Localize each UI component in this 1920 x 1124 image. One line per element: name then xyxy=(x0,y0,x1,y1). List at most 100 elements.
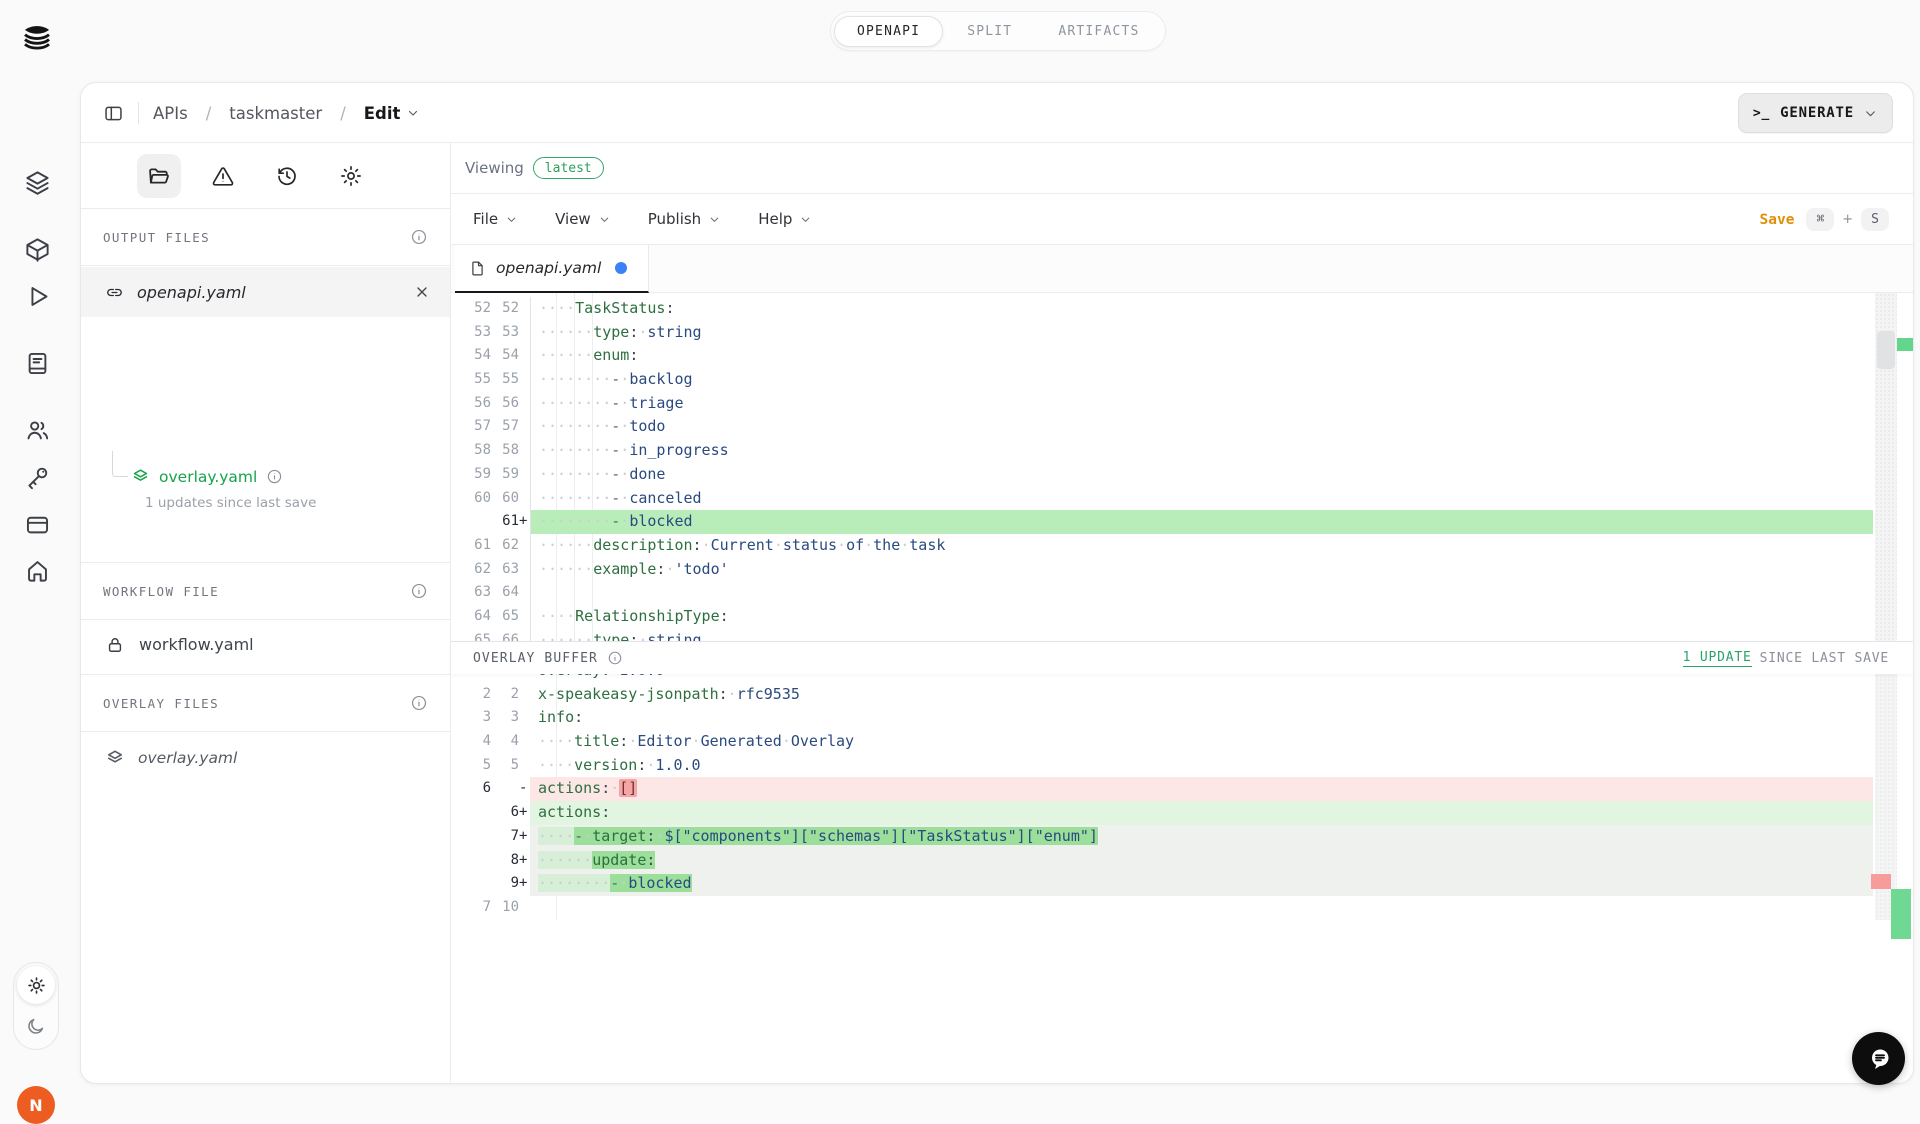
breadcrumb-separator: / xyxy=(336,104,350,123)
menu-help[interactable]: Help xyxy=(758,210,811,228)
breadcrumb: APIs / taskmaster / Edit xyxy=(103,83,419,143)
book-icon[interactable] xyxy=(24,350,51,377)
code-line[interactable]: 9+········-·blocked xyxy=(451,872,1873,896)
breadcrumb-separator: / xyxy=(202,104,216,123)
code-line[interactable]: 11overlay:·1.0.0 xyxy=(451,674,1873,683)
sidebar-toggle-icon[interactable] xyxy=(103,103,124,124)
generate-button[interactable]: >_ GENERATE xyxy=(1738,93,1893,133)
tab-split[interactable]: SPLIT xyxy=(945,17,1034,46)
diff-add-marker xyxy=(1897,338,1913,351)
file-row-openapi[interactable]: openapi.yaml xyxy=(81,267,450,317)
code-line[interactable]: 5757········-·todo xyxy=(451,415,1873,439)
editor-area: Viewing latest File View Publish Help Sa… xyxy=(451,143,1913,1083)
code-line[interactable]: 5656········-·triage xyxy=(451,392,1873,416)
section-overlay-files: OVERLAY FILES overlay.yaml xyxy=(81,674,450,784)
settings-tool-button[interactable] xyxy=(329,154,373,198)
file-icon xyxy=(469,260,486,277)
tab-openapi-yaml[interactable]: openapi.yaml xyxy=(455,245,649,293)
file-explorer-panel: OUTPUT FILES openapi.yaml overlay.yaml xyxy=(81,143,451,1083)
history-tool-button[interactable] xyxy=(265,154,309,198)
update-suffix: SINCE LAST SAVE xyxy=(1760,651,1889,666)
close-icon[interactable] xyxy=(414,284,430,300)
tab-artifacts[interactable]: ARTIFACTS xyxy=(1036,17,1161,46)
menu-file[interactable]: File xyxy=(473,210,517,228)
version-badge[interactable]: latest xyxy=(533,157,604,179)
code-line[interactable]: 710 xyxy=(451,896,1873,920)
file-name: overlay.yaml xyxy=(138,749,237,767)
users-icon[interactable] xyxy=(24,417,51,444)
file-row-workflow[interactable]: workflow.yaml xyxy=(81,620,450,669)
info-icon[interactable] xyxy=(410,694,428,712)
viewing-bar: Viewing latest xyxy=(451,143,1913,194)
tab-file-name: openapi.yaml xyxy=(496,259,601,277)
user-avatar[interactable]: N xyxy=(17,1086,55,1124)
s-keycap: S xyxy=(1861,208,1889,231)
code-line[interactable]: 6+actions: xyxy=(451,801,1873,825)
file-name: openapi.yaml xyxy=(137,283,246,302)
code-line[interactable]: 33info: xyxy=(451,706,1873,730)
menu-view[interactable]: View xyxy=(555,210,610,228)
code-line[interactable]: 7+····-·target:·$["components"]["schemas… xyxy=(451,825,1873,849)
overlay-editor[interactable]: 11overlay:·1.0.022x-speakeasy-jsonpath:·… xyxy=(451,674,1873,924)
code-line[interactable]: 22x-speakeasy-jsonpath:·rfc9535 xyxy=(451,683,1873,707)
viewing-label: Viewing xyxy=(465,159,524,177)
code-line[interactable]: 5555········-·backlog xyxy=(451,368,1873,392)
plus-sign: + xyxy=(1842,212,1853,227)
speakeasy-logo-icon[interactable] xyxy=(18,20,56,56)
tab-openapi[interactable]: OPENAPI xyxy=(834,16,943,47)
update-count-link[interactable]: 1 UPDATE xyxy=(1683,650,1752,667)
save-control: Save ⌘ + S xyxy=(1760,194,1889,245)
lock-icon xyxy=(105,635,125,655)
code-line[interactable]: 5353······type:·string xyxy=(451,321,1873,345)
layers-icon[interactable] xyxy=(24,169,51,196)
openapi-editor[interactable]: 5252····TaskStatus:5353······type:·strin… xyxy=(451,293,1873,641)
menu-publish[interactable]: Publish xyxy=(648,210,720,228)
warnings-tool-button[interactable] xyxy=(201,154,245,198)
code-line[interactable]: 6263······example:·'todo' xyxy=(451,558,1873,582)
home-icon[interactable] xyxy=(24,557,51,584)
file-name: overlay.yaml xyxy=(159,468,257,486)
info-icon[interactable] xyxy=(410,582,428,600)
scrollbar-thumb[interactable] xyxy=(1877,331,1895,369)
diff-del-marker xyxy=(1871,874,1891,889)
breadcrumb-apis[interactable]: APIs xyxy=(153,104,188,123)
card-icon[interactable] xyxy=(24,511,51,538)
info-icon[interactable] xyxy=(410,228,428,246)
code-line[interactable]: 8+······update: xyxy=(451,849,1873,873)
info-icon[interactable] xyxy=(266,468,283,485)
breadcrumb-project[interactable]: taskmaster xyxy=(229,104,322,123)
code-line[interactable]: 6566······type:·string xyxy=(451,629,1873,641)
save-button[interactable]: Save xyxy=(1760,212,1795,228)
theme-toggle xyxy=(13,962,59,1050)
play-icon[interactable] xyxy=(24,283,51,310)
code-line[interactable]: 6364 xyxy=(451,581,1873,605)
light-mode-button[interactable] xyxy=(17,966,55,1004)
terminal-icon: >_ xyxy=(1753,106,1770,121)
code-line[interactable]: 44····title:·Editor·Generated·Overlay xyxy=(451,730,1873,754)
code-line[interactable]: 61+········-·blocked xyxy=(451,510,1873,534)
file-row-overlay-child[interactable]: overlay.yaml xyxy=(81,458,450,495)
chat-fab-button[interactable] xyxy=(1852,1032,1905,1085)
code-line[interactable]: 5454······enum: xyxy=(451,344,1873,368)
top-bar: OPENAPI SPLIT ARTIFACTS xyxy=(0,0,1920,60)
breadcrumb-divider xyxy=(138,102,139,124)
key-icon[interactable] xyxy=(24,464,51,491)
code-line[interactable]: 6465····RelationshipType: xyxy=(451,605,1873,629)
code-line[interactable]: 6060········-·canceled xyxy=(451,487,1873,511)
code-line[interactable]: 6-actions:·[] xyxy=(451,777,1873,801)
editor-tabstrip: openapi.yaml xyxy=(451,245,1913,293)
file-row-overlay[interactable]: overlay.yaml xyxy=(81,732,450,784)
breadcrumb-edit-dropdown[interactable]: Edit xyxy=(364,104,420,123)
layers-icon xyxy=(105,748,125,768)
code-line[interactable]: 5858········-·in_progress xyxy=(451,439,1873,463)
unsaved-changes-dot xyxy=(615,262,627,274)
code-line[interactable]: 5959········-·done xyxy=(451,463,1873,487)
code-line[interactable]: 5252····TaskStatus: xyxy=(451,297,1873,321)
code-line[interactable]: 55····version:·1.0.0 xyxy=(451,754,1873,778)
info-icon[interactable] xyxy=(607,650,623,666)
dark-mode-button[interactable] xyxy=(25,1015,47,1037)
code-line[interactable]: 6162······description:·Current·status·of… xyxy=(451,534,1873,558)
files-tool-button[interactable] xyxy=(137,154,181,198)
package-icon[interactable] xyxy=(24,236,51,263)
view-mode-tabs: OPENAPI SPLIT ARTIFACTS xyxy=(830,11,1166,51)
